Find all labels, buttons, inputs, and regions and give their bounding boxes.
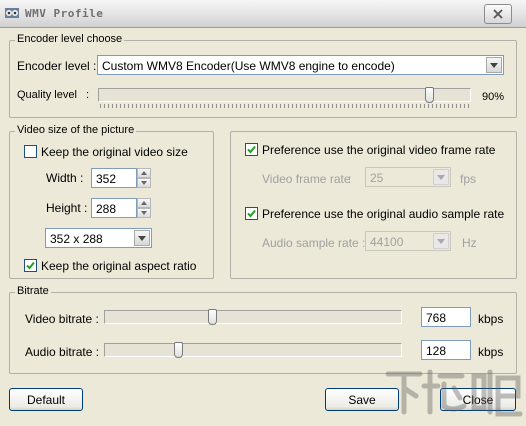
height-input[interactable]: 288 <box>91 198 137 218</box>
spin-up-icon[interactable] <box>137 198 151 208</box>
frame-rate-unit: fps <box>460 172 477 186</box>
frame-rate-value: 25 <box>370 171 384 185</box>
audio-bitrate-input[interactable]: 128 <box>421 340 471 360</box>
sample-rate-unit: Hz <box>462 236 477 250</box>
watermark-logo <box>380 362 526 423</box>
video-bitrate-label: Video bitrate : <box>25 312 99 326</box>
checkmark-icon <box>247 209 256 218</box>
encoder-group-title: Encoder level choose <box>15 33 125 45</box>
keep-aspect-ratio-checkbox[interactable] <box>24 259 37 272</box>
audio-bitrate-slider[interactable] <box>104 342 402 358</box>
video-bitrate-unit: kbps <box>478 312 504 326</box>
title-bar[interactable]: WMV Profile <box>0 0 526 28</box>
width-input[interactable]: 352 <box>91 168 137 188</box>
spin-down-icon[interactable] <box>137 178 151 188</box>
chevron-down-icon[interactable] <box>486 57 502 73</box>
pref-frame-rate-label: Preference use the original video frame … <box>262 143 496 157</box>
sample-rate-value: 44100 <box>370 235 404 249</box>
video-bitrate-thumb[interactable] <box>208 309 217 325</box>
video-bitrate-value: 768 <box>426 311 447 325</box>
checkmark-icon <box>247 145 256 154</box>
quality-level-colon: : <box>86 89 90 101</box>
video-bitrate-slider[interactable] <box>104 309 402 325</box>
audio-bitrate-value: 128 <box>426 344 447 358</box>
frame-rate-label: Video frame rate <box>262 172 351 186</box>
bitrate-group-title: Bitrate <box>15 285 51 297</box>
frame-rate-colon: : <box>348 172 352 186</box>
width-label: Width : <box>46 171 84 185</box>
encoder-level-label: Encoder level : <box>17 59 97 73</box>
spin-up-icon[interactable] <box>137 168 151 178</box>
size-preset-select[interactable]: 352 x 288 <box>45 228 152 248</box>
default-button[interactable]: Default <box>9 388 83 411</box>
chevron-down-icon[interactable] <box>433 233 449 249</box>
quality-level-slider[interactable] <box>98 87 471 103</box>
encoder-level-value: Custom WMV8 Encoder(Use WMV8 engine to e… <box>102 59 395 73</box>
video-bitrate-input[interactable]: 768 <box>421 307 471 327</box>
keep-original-size-label: Keep the original video size <box>41 145 188 159</box>
close-icon <box>493 9 503 19</box>
spin-down-icon[interactable] <box>137 208 151 218</box>
size-preset-value: 352 x 288 <box>50 232 103 246</box>
quality-slider-thumb[interactable] <box>425 87 434 103</box>
encoder-level-select[interactable]: Custom WMV8 Encoder(Use WMV8 engine to e… <box>97 55 504 75</box>
sample-rate-label: Audio sample rate : <box>262 236 366 250</box>
chevron-down-icon[interactable] <box>134 230 150 246</box>
width-value: 352 <box>96 172 117 186</box>
pref-sample-rate-checkbox[interactable] <box>245 207 258 220</box>
audio-bitrate-label: Audio bitrate : <box>25 345 100 359</box>
video-size-group-title: Video size of the picture <box>15 124 137 136</box>
pref-frame-rate-checkbox[interactable] <box>245 143 258 156</box>
keep-aspect-ratio-label: Keep the original aspect ratio <box>41 259 197 273</box>
height-label: Height : <box>46 201 88 215</box>
quality-level-value: 90% <box>482 91 505 103</box>
frame-rate-select[interactable]: 25 <box>365 167 451 187</box>
width-stepper[interactable] <box>137 168 151 188</box>
audio-bitrate-unit: kbps <box>478 345 504 359</box>
height-stepper[interactable] <box>137 198 151 218</box>
chevron-down-icon[interactable] <box>433 169 449 185</box>
sample-rate-select[interactable]: 44100 <box>365 231 451 251</box>
quality-slider-ticks <box>100 104 470 108</box>
keep-original-size-checkbox[interactable] <box>24 145 37 158</box>
audio-bitrate-thumb[interactable] <box>174 342 183 358</box>
quality-level-label: Quality level <box>17 89 77 101</box>
app-icon <box>4 5 20 21</box>
window-title: WMV Profile <box>25 7 104 20</box>
checkmark-icon <box>26 261 35 270</box>
pref-sample-rate-label: Preference use the original audio sample… <box>262 207 505 221</box>
window-close-button[interactable] <box>484 4 512 24</box>
height-value: 288 <box>96 202 117 216</box>
